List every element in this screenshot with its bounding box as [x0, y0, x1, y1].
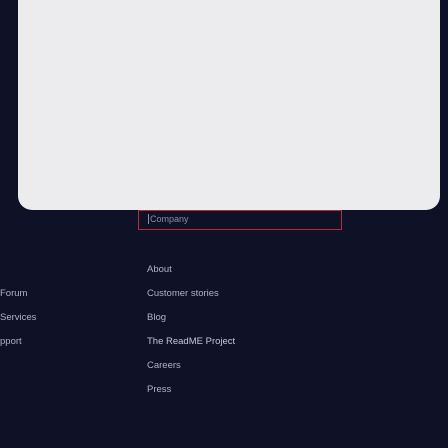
footer-link-blog[interactable]: Blog: [147, 312, 166, 323]
footer-link-careers[interactable]: Careers: [147, 360, 181, 371]
company-heading-focus-box[interactable]: Company: [138, 210, 342, 230]
footer-link-readme-project[interactable]: The ReadME Project: [147, 336, 235, 347]
footer-link-customer-stories[interactable]: Customer stories: [147, 288, 219, 299]
hero-panel: [18, 0, 440, 210]
company-heading: Company: [148, 214, 189, 224]
hero-section: [0, 0, 448, 228]
footer-link-support[interactable]: pport: [0, 336, 22, 347]
page: Forum Services pport Company About Custo…: [0, 0, 448, 448]
footer-link-press[interactable]: Press: [147, 384, 171, 395]
footer-link-services[interactable]: Services: [0, 312, 36, 323]
footer-link-forum[interactable]: Forum: [0, 288, 27, 299]
footer-link-about[interactable]: About: [147, 264, 172, 275]
footer: Forum Services pport Company About Custo…: [0, 210, 448, 448]
